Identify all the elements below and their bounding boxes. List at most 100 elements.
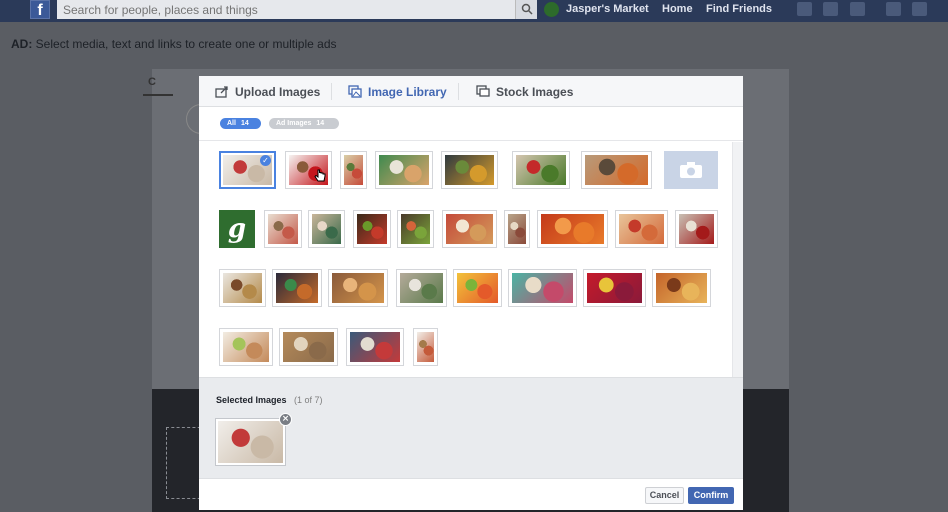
stock-images-icon (476, 85, 490, 97)
background-tab: C (143, 76, 173, 96)
selected-image (218, 421, 283, 463)
privacy-icon[interactable] (886, 2, 901, 16)
friend-requests-icon[interactable] (797, 2, 812, 16)
library-image-thumbnail[interactable] (219, 269, 266, 307)
library-image-thumbnail[interactable]: ✓ (219, 151, 276, 189)
cancel-button[interactable]: Cancel (645, 487, 684, 504)
library-image-thumbnail[interactable] (353, 210, 391, 248)
search-box (57, 0, 537, 19)
search-button[interactable] (515, 0, 537, 19)
image-library-icon (348, 85, 362, 98)
grid-scrollbar[interactable] (732, 142, 743, 377)
library-image-thumbnail[interactable] (375, 151, 433, 189)
library-image-thumbnail[interactable] (615, 210, 668, 248)
account-menu-icon[interactable] (912, 2, 927, 16)
library-image (401, 214, 430, 244)
library-image (512, 273, 573, 303)
filter-all-label: All (227, 120, 236, 127)
filter-ad-count: 14 (316, 120, 325, 127)
library-image-thumbnail[interactable] (512, 151, 570, 189)
modal-tabs: Upload Images Image Library Stock Images (199, 76, 743, 107)
library-image (619, 214, 664, 244)
library-image (223, 273, 262, 303)
library-image (344, 155, 363, 185)
library-image-thumbnail[interactable] (272, 269, 322, 307)
library-image-thumbnail[interactable] (397, 210, 434, 248)
filter-bar: All 14 Ad Images 14 (199, 107, 743, 141)
library-image-thumbnail[interactable] (346, 328, 404, 366)
library-image-thumbnail[interactable] (219, 328, 273, 366)
library-image-thumbnail[interactable]: g (219, 210, 255, 248)
library-image (664, 151, 718, 189)
library-image-thumbnail[interactable] (264, 210, 302, 248)
library-image (276, 273, 318, 303)
messages-icon[interactable] (823, 2, 838, 16)
selected-images-title: Selected Images (216, 395, 287, 405)
library-image (400, 273, 443, 303)
page-name-link[interactable]: Jasper's Market (566, 3, 649, 15)
library-image-thumbnail[interactable] (453, 269, 502, 307)
ad-prefix: AD: (11, 37, 33, 51)
library-image (446, 214, 493, 244)
library-image-thumbnail[interactable] (581, 151, 652, 189)
library-image: g (219, 210, 255, 248)
tab-upload-label: Upload Images (235, 85, 321, 99)
page-avatar[interactable] (544, 2, 559, 17)
library-image (445, 155, 494, 185)
library-image (268, 214, 298, 244)
facebook-logo[interactable]: f (30, 0, 50, 19)
image-grid: ✓ g (199, 142, 732, 377)
library-image-thumbnail[interactable] (413, 328, 438, 366)
confirm-button[interactable]: Confirm (688, 487, 734, 504)
library-image-thumbnail[interactable] (675, 210, 718, 248)
library-image (508, 214, 526, 244)
library-image-thumbnail[interactable] (396, 269, 447, 307)
library-image-thumbnail[interactable] (537, 210, 608, 248)
library-image-thumbnail[interactable] (441, 151, 498, 189)
remove-selected-icon[interactable]: × (279, 413, 292, 426)
library-image (357, 214, 387, 244)
selected-images-count: (1 of 7) (294, 395, 323, 405)
selected-images-panel: Selected Images (1 of 7) × (199, 377, 743, 478)
library-image-thumbnail[interactable] (328, 269, 388, 307)
library-image (587, 273, 642, 303)
library-image-thumbnail[interactable] (308, 210, 345, 248)
filter-ad-label: Ad Images (276, 120, 312, 127)
hand-cursor-icon (314, 169, 326, 188)
library-image (350, 332, 400, 362)
library-image-thumbnail[interactable] (340, 151, 367, 189)
library-image-thumbnail[interactable] (285, 151, 332, 189)
filter-ad-images[interactable]: Ad Images 14 (269, 118, 339, 129)
library-image-thumbnail[interactable] (664, 151, 718, 189)
library-image (541, 214, 604, 244)
library-image-thumbnail[interactable] (442, 210, 497, 248)
library-image (332, 273, 384, 303)
library-image (379, 155, 429, 185)
notifications-icon[interactable] (850, 2, 865, 16)
library-image-thumbnail[interactable] (508, 269, 577, 307)
home-link[interactable]: Home (662, 3, 693, 15)
find-friends-link[interactable]: Find Friends (706, 3, 772, 15)
library-image (223, 332, 269, 362)
library-image (656, 273, 707, 303)
tab-library-label: Image Library (368, 85, 447, 99)
filter-all-count: 14 (240, 120, 249, 127)
filter-all[interactable]: All 14 (220, 118, 261, 129)
modal-footer: Cancel Confirm (199, 478, 743, 510)
tab-stock-label: Stock Images (496, 85, 574, 99)
library-image (585, 155, 648, 185)
library-image-thumbnail[interactable] (652, 269, 711, 307)
camera-icon (680, 162, 702, 178)
library-image (312, 214, 341, 244)
selected-thumbnail[interactable] (215, 418, 286, 466)
ad-instruction-text: Select media, text and links to create o… (35, 37, 337, 51)
library-image-thumbnail[interactable] (583, 269, 646, 307)
library-image (457, 273, 498, 303)
library-image-thumbnail[interactable] (504, 210, 530, 248)
search-icon (521, 3, 533, 15)
library-image (417, 332, 434, 362)
search-input[interactable] (57, 0, 507, 19)
library-image-thumbnail[interactable] (279, 328, 338, 366)
tab-divider (458, 83, 459, 100)
selected-check-icon: ✓ (260, 155, 271, 166)
